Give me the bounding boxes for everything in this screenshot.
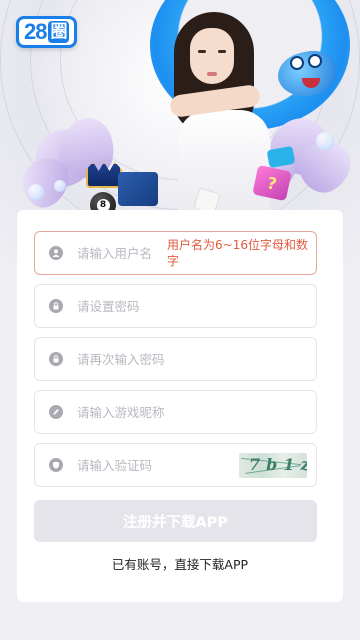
captcha-input[interactable] [77, 444, 197, 486]
bubble-decoration [54, 180, 66, 192]
logo-number: 28 [24, 19, 48, 44]
user-icon [49, 246, 63, 260]
fish-eye [290, 56, 304, 70]
pen-icon [49, 405, 63, 419]
site-logo[interactable]: 28 圈 [16, 14, 92, 50]
lock-icon [49, 352, 63, 366]
figure-eye [198, 50, 206, 53]
register-card: 用户名为6~16位字母和数字 7b1z 注册并下载APP 已有账号，直接下载AP… [17, 210, 343, 602]
confirm-password-field[interactable] [34, 337, 317, 381]
fish-body [274, 46, 340, 102]
fish-mascot-icon [272, 42, 342, 104]
bubble-decoration [28, 184, 44, 200]
username-error: 用户名为6~16位字母和数字 [167, 238, 308, 268]
shield-icon [49, 458, 63, 472]
mystery-box-mark: ? [265, 172, 279, 194]
card-decoration [118, 172, 158, 206]
captcha-field[interactable]: 7b1z [34, 443, 317, 487]
lock-icon [49, 299, 63, 313]
figure-lips [207, 72, 217, 76]
figure-eye [218, 50, 226, 53]
username-field[interactable]: 用户名为6~16位字母和数字 [34, 231, 317, 275]
password-field[interactable] [34, 284, 317, 328]
register-download-button[interactable]: 注册并下载APP [34, 500, 317, 542]
logo-badge: 28 圈 [16, 16, 78, 48]
crown-icon [86, 162, 122, 188]
nickname-input[interactable] [77, 391, 197, 433]
bubble-decoration [316, 132, 334, 150]
captcha-text: 7b1z [249, 455, 307, 474]
confirm-password-input[interactable] [77, 338, 197, 380]
login-download-link[interactable]: 已有账号，直接下载APP [17, 554, 343, 573]
nickname-field[interactable] [34, 390, 317, 434]
password-input[interactable] [77, 285, 197, 327]
figure-dress [178, 110, 270, 220]
logo-char: 圈 [48, 21, 70, 43]
captcha-image[interactable]: 7b1z [239, 453, 307, 478]
fish-eye [308, 54, 322, 68]
